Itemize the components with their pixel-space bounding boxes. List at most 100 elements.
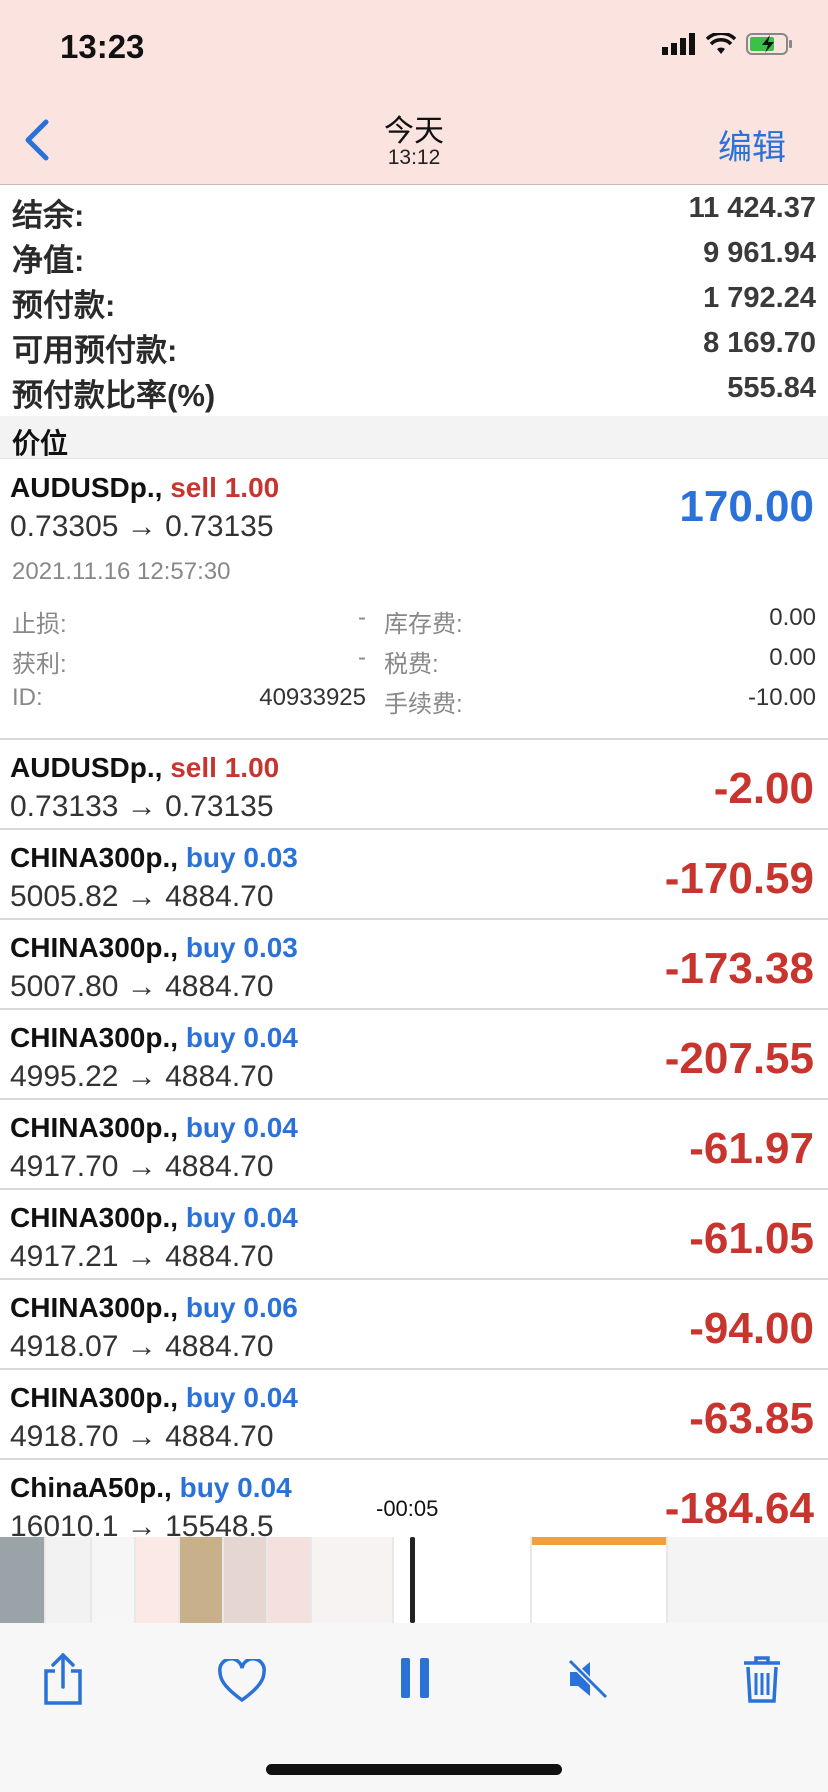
position-profit: -170.59 bbox=[664, 854, 814, 903]
trade-side: buy 0.06 bbox=[185, 1292, 298, 1323]
summary-label: 预付款比率(%) bbox=[12, 378, 216, 413]
position-row[interactable]: AUDUSDp., sell 1.00 0.73133 → 0.73135 -2… bbox=[0, 740, 828, 830]
thumbnail bbox=[180, 1537, 222, 1623]
position-row[interactable]: CHINA300p., buy 0.06 4918.07 → 4884.70 -… bbox=[0, 1280, 828, 1370]
position-profit: -63.85 bbox=[689, 1394, 814, 1443]
position-row-expanded[interactable]: AUDUSDp., sell 1.00 0.73305 → 0.73135 17… bbox=[0, 460, 828, 548]
position-prices: 5007.80 → 4884.70 bbox=[10, 970, 274, 1003]
position-symbol: CHINA300p., buy 0.03 bbox=[10, 932, 298, 964]
symbol-text: CHINA300p., bbox=[10, 1202, 179, 1233]
position-prices: 4918.07 → 4884.70 bbox=[10, 1330, 274, 1363]
position-profit: 170.00 bbox=[679, 482, 814, 531]
home-indicator[interactable] bbox=[266, 1764, 562, 1775]
summary-value: 9 961.94 bbox=[703, 237, 816, 269]
position-symbol: CHINA300p., buy 0.04 bbox=[10, 1382, 298, 1414]
position-row[interactable]: CHINA300p., buy 0.03 5007.80 → 4884.70 -… bbox=[0, 920, 828, 1010]
thumbnail bbox=[46, 1537, 90, 1623]
detail-value: 0.00 bbox=[769, 604, 816, 631]
thumbnail bbox=[92, 1537, 134, 1623]
position-symbol: ChinaA50p., buy 0.04 bbox=[10, 1472, 292, 1504]
symbol-text: CHINA300p., bbox=[10, 932, 179, 963]
trade-side: buy 0.03 bbox=[185, 842, 298, 873]
symbol-text: CHINA300p., bbox=[10, 1022, 179, 1053]
position-prices: 4917.70 → 4884.70 bbox=[10, 1150, 274, 1183]
edit-button[interactable]: 编辑 bbox=[718, 120, 786, 169]
position-profit: -61.05 bbox=[689, 1214, 814, 1263]
summary-label: 净值: bbox=[12, 243, 85, 278]
summary-label: 预付款: bbox=[12, 288, 116, 323]
symbol-text: AUDUSDp., bbox=[10, 472, 163, 503]
detail-value: - bbox=[358, 644, 366, 671]
position-profit: -184.64 bbox=[664, 1484, 814, 1533]
trade-side: buy 0.04 bbox=[185, 1112, 298, 1143]
summary-row-equity: 净值: 9 961.94 bbox=[0, 231, 828, 278]
status-bar: 13:23 bbox=[0, 0, 828, 100]
position-row[interactable]: CHINA300p., buy 0.04 4917.21 → 4884.70 -… bbox=[0, 1190, 828, 1280]
trade-side: buy 0.04 bbox=[185, 1382, 298, 1413]
status-time: 13:23 bbox=[60, 28, 145, 65]
navigation-bar: 今天 13:12 编辑 bbox=[0, 100, 828, 185]
speaker-muted-icon[interactable] bbox=[566, 1657, 610, 1701]
video-timecode: -00:05 bbox=[376, 1496, 439, 1521]
symbol-text: CHINA300p., bbox=[10, 842, 179, 873]
symbol-text: ChinaA50p., bbox=[10, 1472, 172, 1503]
heart-icon[interactable] bbox=[218, 1659, 266, 1703]
detail-value: - bbox=[358, 604, 366, 631]
position-prices: 4917.21 → 4884.70 bbox=[10, 1240, 274, 1273]
position-profit: -61.97 bbox=[689, 1124, 814, 1173]
position-profit: -207.55 bbox=[664, 1034, 814, 1083]
position-profit: -2.00 bbox=[713, 764, 814, 813]
position-row[interactable]: CHINA300p., buy 0.04 4918.70 → 4884.70 -… bbox=[0, 1370, 828, 1460]
position-prices: 0.73305 → 0.73135 bbox=[10, 510, 274, 543]
thumbnail bbox=[0, 1537, 44, 1623]
trash-icon[interactable] bbox=[742, 1655, 782, 1703]
detail-row: 获利: - 税费: 0.00 bbox=[0, 644, 828, 680]
pause-icon[interactable] bbox=[400, 1657, 430, 1699]
trade-side: buy 0.04 bbox=[185, 1022, 298, 1053]
positions-section-header: 价位 bbox=[0, 416, 828, 459]
summary-value: 555.84 bbox=[727, 372, 816, 404]
summary-value: 8 169.70 bbox=[703, 327, 816, 359]
thumbnail bbox=[224, 1537, 266, 1623]
playhead[interactable] bbox=[410, 1537, 415, 1623]
status-icons bbox=[662, 32, 794, 56]
detail-row: ID: 40933925 手续费: -10.00 bbox=[0, 684, 828, 720]
symbol-text: CHINA300p., bbox=[10, 1112, 179, 1143]
symbol-text: AUDUSDp., bbox=[10, 752, 163, 783]
position-row[interactable]: CHINA300p., buy 0.03 5005.82 → 4884.70 -… bbox=[0, 830, 828, 920]
symbol-text: CHINA300p., bbox=[10, 1292, 179, 1323]
position-prices: 5005.82 → 4884.70 bbox=[10, 880, 274, 913]
battery-charging-icon bbox=[746, 33, 792, 55]
detail-row: 止损: - 库存费: 0.00 bbox=[0, 604, 828, 640]
position-symbol: CHINA300p., buy 0.06 bbox=[10, 1292, 298, 1324]
position-symbol: AUDUSDp., sell 1.00 bbox=[10, 752, 279, 784]
video-scrubber[interactable] bbox=[0, 1537, 828, 1623]
section-title: 价位 bbox=[12, 428, 69, 459]
detail-value: 40933925 bbox=[259, 684, 366, 711]
position-row[interactable]: CHINA300p., buy 0.04 4917.70 → 4884.70 -… bbox=[0, 1100, 828, 1190]
trade-side: buy 0.04 bbox=[185, 1202, 298, 1233]
detail-label: 止损: bbox=[12, 611, 67, 638]
summary-row-balance: 结余: 11 424.37 bbox=[0, 186, 828, 233]
summary-label: 结余: bbox=[12, 198, 85, 233]
position-row[interactable]: CHINA300p., buy 0.04 4995.22 → 4884.70 -… bbox=[0, 1010, 828, 1100]
detail-value: -10.00 bbox=[747, 684, 816, 711]
position-symbol: AUDUSDp., sell 1.00 bbox=[10, 472, 279, 504]
summary-value: 1 792.24 bbox=[703, 282, 816, 314]
trade-side: buy 0.03 bbox=[185, 932, 298, 963]
account-summary: 结余: 11 424.37 净值: 9 961.94 预付款: 1 792.24… bbox=[0, 186, 828, 413]
position-prices: 4918.70 → 4884.70 bbox=[10, 1420, 274, 1453]
thumbnail bbox=[312, 1537, 392, 1623]
thumbnail bbox=[668, 1537, 828, 1623]
share-icon[interactable] bbox=[40, 1653, 86, 1705]
thumbnail bbox=[136, 1537, 178, 1623]
position-symbol: CHINA300p., buy 0.04 bbox=[10, 1112, 298, 1144]
position-symbol: CHINA300p., buy 0.03 bbox=[10, 842, 298, 874]
summary-label: 可用预付款: bbox=[12, 333, 178, 368]
detail-value: 0.00 bbox=[769, 644, 816, 671]
nav-subtitle: 13:12 bbox=[387, 146, 441, 169]
position-symbol: CHINA300p., buy 0.04 bbox=[10, 1202, 298, 1234]
position-prices: 4995.22 → 4884.70 bbox=[10, 1060, 274, 1093]
position-symbol: CHINA300p., buy 0.04 bbox=[10, 1022, 298, 1054]
detail-label: 获利: bbox=[12, 651, 67, 678]
